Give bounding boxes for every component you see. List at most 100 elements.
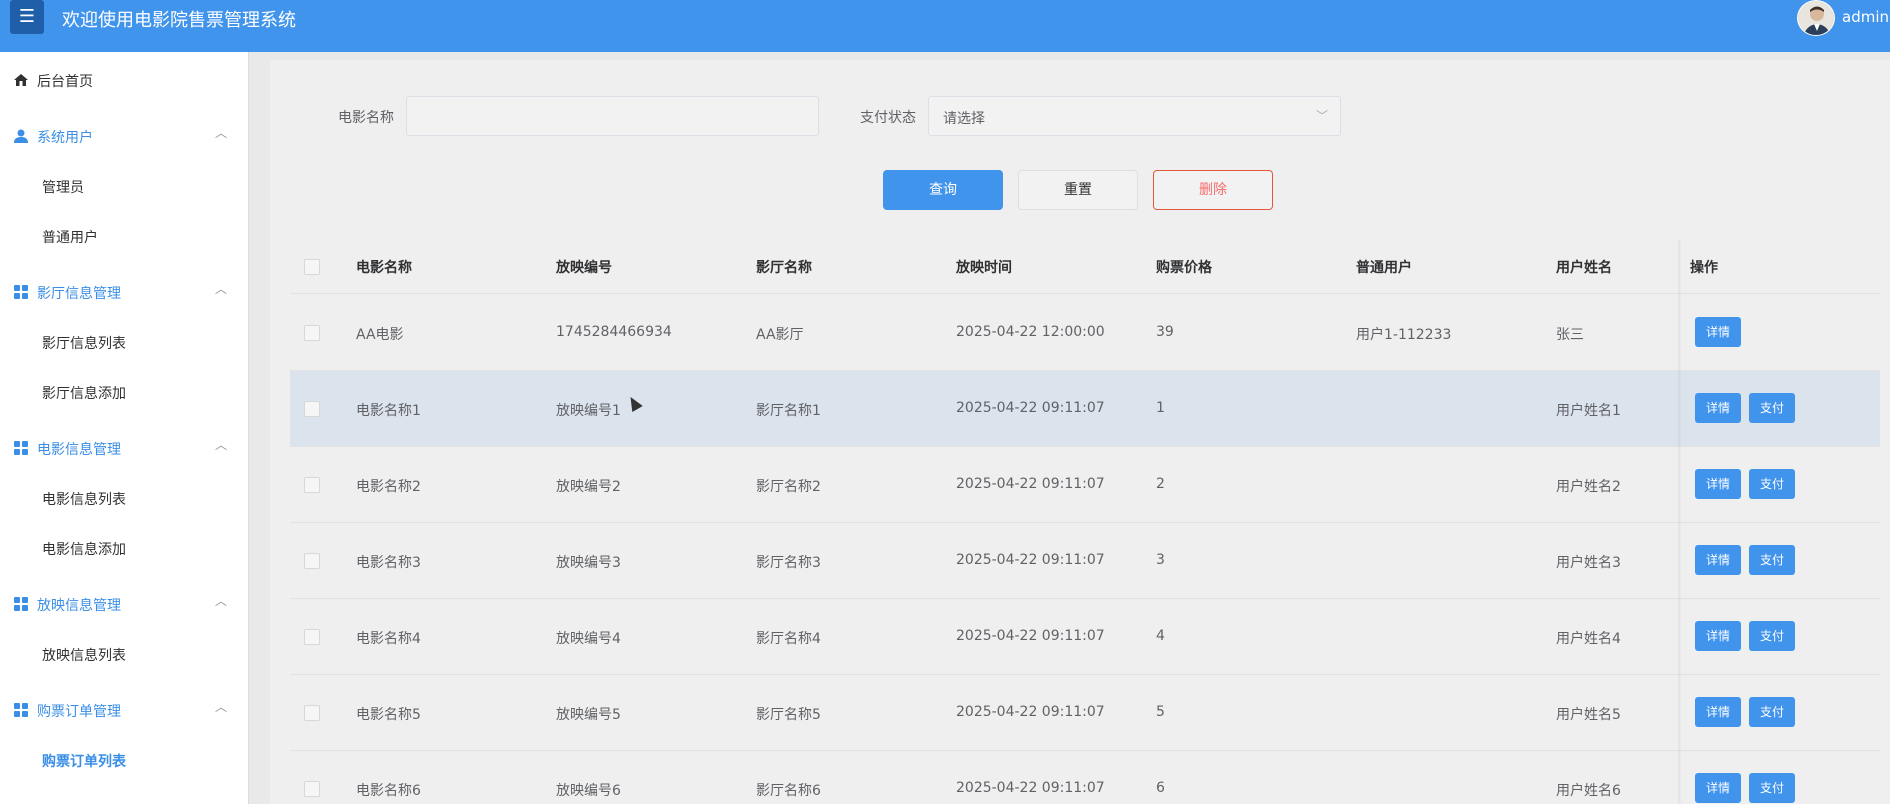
cell-hall: AA影厅 xyxy=(756,327,804,343)
chevron-up-icon: ︿ xyxy=(215,700,228,714)
avatar[interactable] xyxy=(1797,0,1835,36)
chevron-up-icon: ︿ xyxy=(215,594,228,608)
sidebar-item-label: 电影信息添加 xyxy=(42,542,126,558)
row-checkbox[interactable] xyxy=(304,705,320,721)
cell-screening-no: 放映编号2 xyxy=(556,479,621,495)
cell-time: 2025-04-22 12:00:00 xyxy=(956,324,1105,340)
movie-name-input[interactable] xyxy=(406,96,819,136)
cell-movie: 电影名称6 xyxy=(356,783,421,799)
cell-movie: 电影名称3 xyxy=(356,555,421,571)
table-row[interactable]: 电影名称3 放映编号3 影厅名称3 2025-04-22 09:11:07 3 … xyxy=(290,523,1880,599)
sidebar-item-users[interactable]: 普通用户 xyxy=(0,216,249,256)
sidebar-item-label: 影厅信息添加 xyxy=(42,386,126,402)
sidebar-item-label: 影厅信息列表 xyxy=(42,336,126,352)
col-header-user: 普通用户 xyxy=(1356,260,1412,276)
cell-hall: 影厅名称6 xyxy=(756,783,821,799)
cell-time: 2025-04-22 09:11:07 xyxy=(956,780,1105,796)
cell-time: 2025-04-22 09:11:07 xyxy=(956,628,1105,644)
pay-button[interactable]: 支付 xyxy=(1749,621,1795,651)
sidebar-group-hall[interactable]: 影厅信息管理 ︿ xyxy=(0,272,249,312)
cell-name: 用户姓名1 xyxy=(1556,403,1621,419)
cell-time: 2025-04-22 09:11:07 xyxy=(956,400,1105,416)
username[interactable]: admin xyxy=(1842,8,1889,26)
chevron-up-icon: ︿ xyxy=(215,126,228,140)
sidebar-item-admins[interactable]: 管理员 xyxy=(0,166,249,206)
detail-button[interactable]: 详情 xyxy=(1695,469,1741,499)
detail-button[interactable]: 详情 xyxy=(1695,697,1741,727)
table-row[interactable]: 电影名称5 放映编号5 影厅名称5 2025-04-22 09:11:07 5 … xyxy=(290,675,1880,751)
pay-button[interactable]: 支付 xyxy=(1749,773,1795,803)
app-title: 欢迎使用电影院售票管理系统 xyxy=(62,10,296,31)
pay-button[interactable]: 支付 xyxy=(1749,697,1795,727)
detail-button[interactable]: 详情 xyxy=(1695,545,1741,575)
sidebar-group-label: 系统用户 xyxy=(37,130,93,146)
cell-hall: 影厅名称3 xyxy=(756,555,821,571)
cell-hall: 影厅名称1 xyxy=(756,403,821,419)
sidebar-item-order-list[interactable]: 购票订单列表 xyxy=(0,740,249,780)
table-row[interactable]: AA电影 1745284466934 AA影厅 2025-04-22 12:00… xyxy=(290,295,1880,371)
grid-icon xyxy=(14,441,28,455)
sidebar-item-movie-list[interactable]: 电影信息列表 xyxy=(0,478,249,518)
sidebar-item-label: 管理员 xyxy=(42,180,84,196)
row-checkbox[interactable] xyxy=(304,325,320,341)
grid-icon xyxy=(14,285,28,299)
row-checkbox[interactable] xyxy=(304,401,320,417)
detail-button[interactable]: 详情 xyxy=(1695,393,1741,423)
sidebar-item-label: 放映信息列表 xyxy=(42,648,126,664)
cell-movie: AA电影 xyxy=(356,327,404,343)
cell-name: 用户姓名4 xyxy=(1556,631,1621,647)
sidebar-group-movie[interactable]: 电影信息管理 ︿ xyxy=(0,428,249,468)
table-row[interactable]: 电影名称1 放映编号1 影厅名称1 2025-04-22 09:11:07 1 … xyxy=(290,371,1880,447)
row-checkbox[interactable] xyxy=(304,477,320,493)
sidebar-group-system-users[interactable]: 系统用户 ︿ xyxy=(0,116,249,156)
cell-name: 用户姓名6 xyxy=(1556,783,1621,799)
delete-button[interactable]: 删除 xyxy=(1153,170,1273,210)
sidebar-group-screening[interactable]: 放映信息管理 ︿ xyxy=(0,584,249,624)
sidebar-item-hall-add[interactable]: 影厅信息添加 xyxy=(0,372,249,412)
table-header-row: 电影名称 放映编号 影厅名称 放映时间 购票价格 普通用户 用户姓名 操作 xyxy=(290,240,1880,294)
row-checkbox[interactable] xyxy=(304,553,320,569)
sidebar-item-home[interactable]: 后台首页 xyxy=(0,60,249,100)
pay-status-placeholder: 请选择 xyxy=(943,111,985,127)
select-all-checkbox[interactable] xyxy=(304,259,320,275)
cell-name: 用户姓名5 xyxy=(1556,707,1621,723)
cell-movie: 电影名称2 xyxy=(356,479,421,495)
col-header-screening-no: 放映编号 xyxy=(556,260,612,276)
sidebar-item-movie-add[interactable]: 电影信息添加 xyxy=(0,528,249,568)
col-header-movie: 电影名称 xyxy=(356,260,412,276)
sidebar-item-hall-list[interactable]: 影厅信息列表 xyxy=(0,322,249,362)
col-header-name: 用户姓名 xyxy=(1556,260,1612,276)
cell-user: 用户1-112233 xyxy=(1356,327,1452,343)
sidebar-group-label: 影厅信息管理 xyxy=(37,286,121,302)
table-row[interactable]: 电影名称4 放映编号4 影厅名称4 2025-04-22 09:11:07 4 … xyxy=(290,599,1880,675)
cell-movie: 电影名称1 xyxy=(356,403,421,419)
detail-button[interactable]: 详情 xyxy=(1695,773,1741,803)
cell-hall: 影厅名称4 xyxy=(756,631,821,647)
col-header-price: 购票价格 xyxy=(1156,260,1212,276)
query-button[interactable]: 查询 xyxy=(883,170,1003,210)
chevron-up-icon: ︿ xyxy=(215,282,228,296)
cell-movie: 电影名称4 xyxy=(356,631,421,647)
table-row[interactable]: 电影名称2 放映编号2 影厅名称2 2025-04-22 09:11:07 2 … xyxy=(290,447,1880,523)
row-checkbox[interactable] xyxy=(304,629,320,645)
sidebar-item-screening-list[interactable]: 放映信息列表 xyxy=(0,634,249,674)
detail-button[interactable]: 详情 xyxy=(1695,317,1741,347)
pay-button[interactable]: 支付 xyxy=(1749,545,1795,575)
cell-screening-no: 放映编号5 xyxy=(556,707,621,723)
row-checkbox[interactable] xyxy=(304,781,320,797)
menu-toggle-icon[interactable]: ☰ xyxy=(10,0,44,34)
sidebar: 后台首页 系统用户 ︿ 管理员 普通用户 影厅信息管理 ︿ 影厅信息列表 影厅信… xyxy=(0,52,249,804)
sidebar-item-label: 电影信息列表 xyxy=(42,492,126,508)
cell-price: 4 xyxy=(1156,628,1165,644)
sidebar-group-orders[interactable]: 购票订单管理 ︿ xyxy=(0,690,249,730)
pay-button[interactable]: 支付 xyxy=(1749,469,1795,499)
user-icon xyxy=(14,129,28,143)
pay-button[interactable]: 支付 xyxy=(1749,393,1795,423)
detail-button[interactable]: 详情 xyxy=(1695,621,1741,651)
reset-button[interactable]: 重置 xyxy=(1018,170,1138,210)
pay-status-select[interactable]: 请选择 ﹀ xyxy=(928,96,1341,136)
table-row[interactable]: 电影名称6 放映编号6 影厅名称6 2025-04-22 09:11:07 6 … xyxy=(290,751,1880,804)
sidebar-item-label: 后台首页 xyxy=(37,74,93,90)
top-header: ☰ 欢迎使用电影院售票管理系统 admin xyxy=(0,0,1890,52)
cell-price: 3 xyxy=(1156,552,1165,568)
